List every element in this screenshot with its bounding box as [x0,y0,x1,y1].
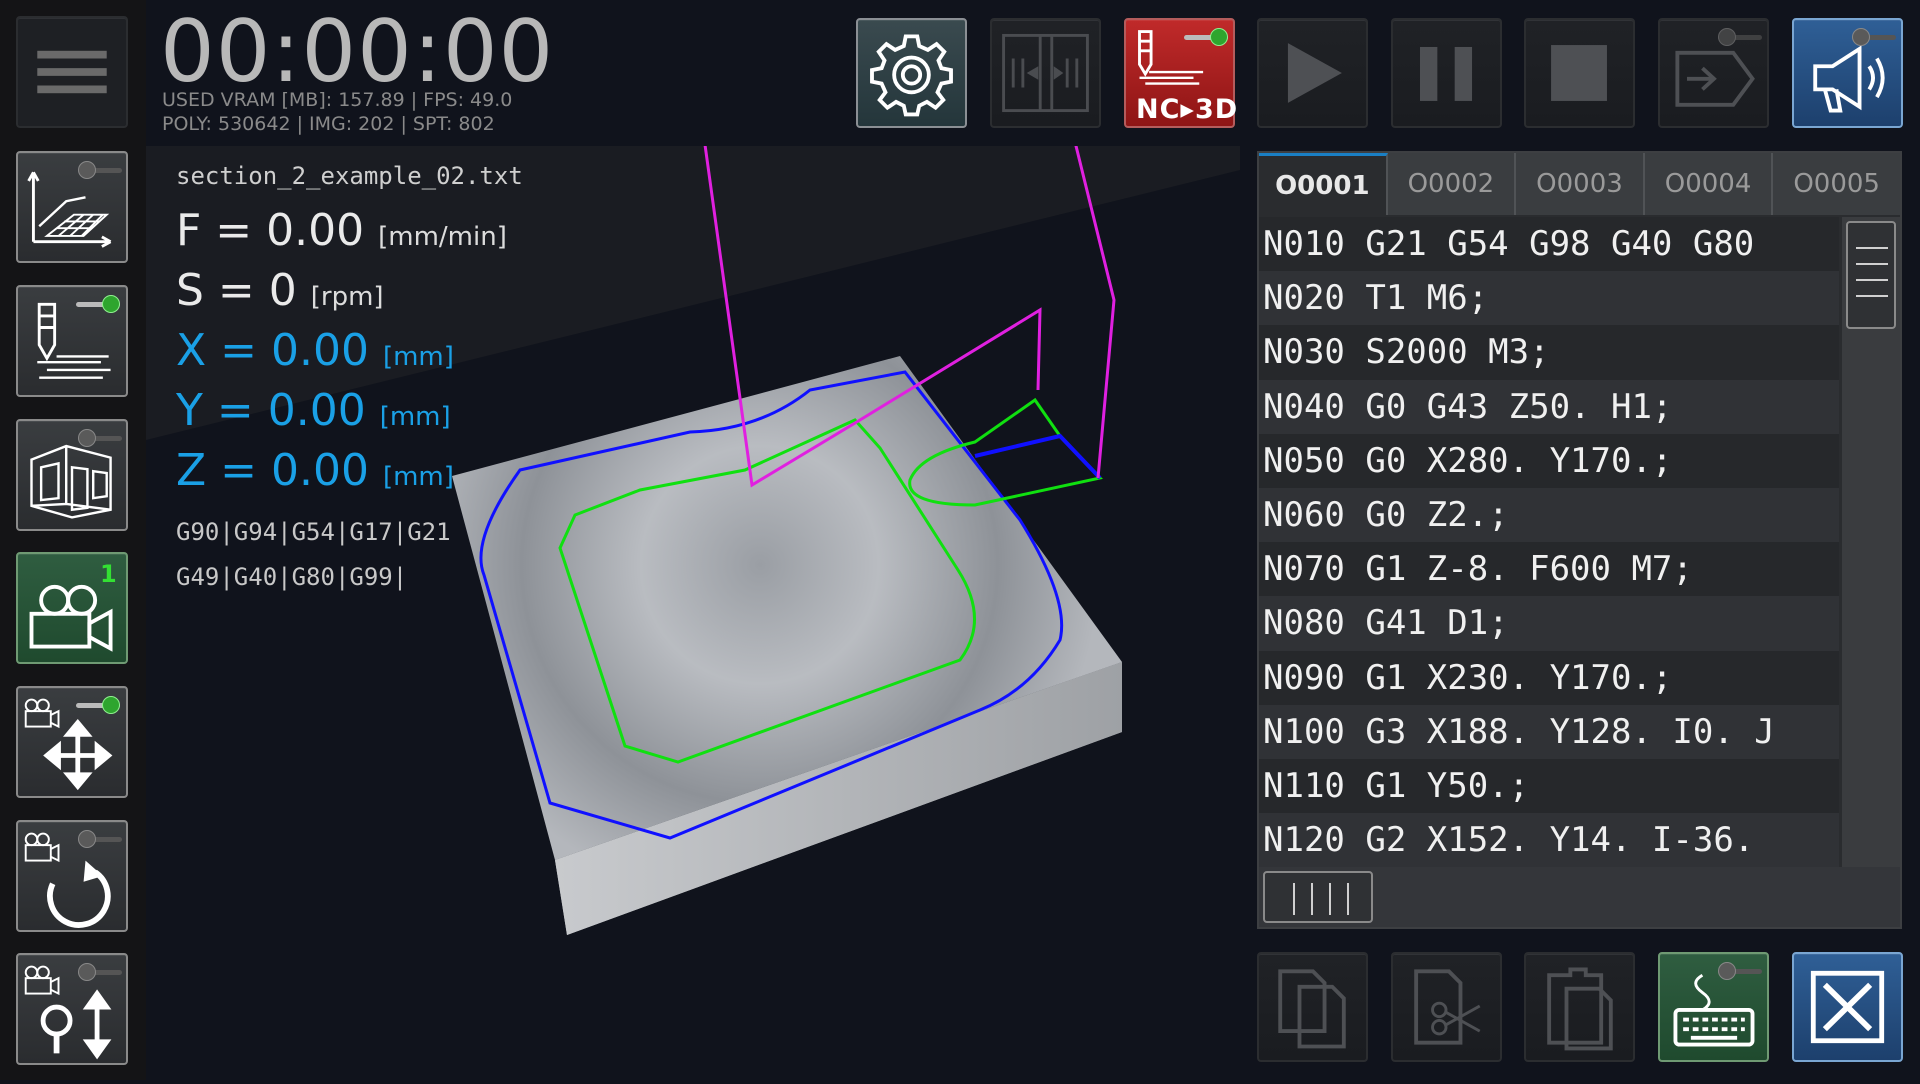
program-editor: O0001 O0002 O0003 O0004 O0005 N010 G21 G… [1257,151,1902,929]
keyboard-button[interactable] [1658,952,1769,1062]
code-area[interactable]: N010 G21 G54 G98 G40 G80 N020 T1 M6; N03… [1259,217,1839,867]
tool-view-button[interactable] [16,285,128,397]
stop-button[interactable] [1524,18,1635,128]
machine-view-button[interactable] [16,419,128,531]
sound-button[interactable] [1792,18,1903,128]
code-line[interactable]: N060 G0 Z2.; [1259,487,1839,543]
tab-o0002[interactable]: O0002 [1387,153,1517,215]
code-line[interactable]: N020 T1 M6; [1259,271,1839,326]
scissors-icon [1414,969,1481,1045]
camera-rotate-toggle[interactable] [78,830,122,848]
x-axis-value: X = 0.00 [176,325,369,376]
hamburger-icon [37,50,107,94]
nc-3d-toggle[interactable] [1184,28,1228,46]
work-coordinate-grid-button[interactable] [16,151,128,263]
code-line[interactable]: N100 G3 X188. Y128. I0. J [1259,704,1839,759]
feedrate-unit: [mm/min] [378,222,507,252]
modal-codes-line-2: G49|G40|G80|G99| [176,563,408,591]
z-axis-unit: [mm] [382,462,454,492]
keyboard-toggle[interactable] [1718,962,1762,980]
grid-toggle[interactable] [78,161,122,179]
render-stats-line-1: USED VRAM [MB]: 157.89 | FPS: 49.0 [162,89,513,111]
step-mode-button[interactable] [1658,18,1769,128]
camera-preset-button[interactable]: 1 [16,552,128,664]
z-axis-readout: Z = 0.00 [mm] [176,445,454,503]
camera-zoom-button[interactable] [16,953,128,1065]
close-icon [1810,970,1885,1044]
nc-3d-button[interactable]: NC▸3D [1124,18,1239,128]
tab-o0001[interactable]: O0001 [1259,153,1388,215]
code-line[interactable]: N010 G21 G54 G98 G40 G80 [1259,217,1839,272]
tab-o0004[interactable]: O0004 [1644,153,1774,215]
code-line[interactable]: N110 G1 Y50.; [1259,758,1839,814]
camera-pan-button[interactable] [16,686,128,798]
pause-button[interactable] [1391,18,1502,128]
vertical-scroll-handle[interactable] [1846,221,1896,329]
camera-zoom-toggle[interactable] [78,963,122,981]
run-timer: 00:00:00 [160,2,555,102]
copy-icon [1278,969,1346,1049]
menu-button[interactable] [16,16,128,128]
cut-button[interactable] [1391,952,1502,1062]
modal-codes-line-1: G90|G94|G54|G17|G21 [176,518,451,546]
program-tabs: O0001 O0002 O0003 O0004 O0005 [1259,153,1900,215]
play-button[interactable] [1257,18,1368,128]
paste-button[interactable] [1524,952,1635,1062]
sound-toggle[interactable] [1852,28,1896,46]
camera-rotate-button[interactable] [16,820,128,932]
camera-preset-badge: 1 [100,560,117,588]
feedrate-readout: F = 0.00 [mm/min] [176,205,507,263]
copy-button[interactable] [1257,952,1368,1062]
render-stats-line-2: POLY: 530642 | IMG: 202 | SPT: 802 [162,113,495,135]
horizontal-scrollbar[interactable] [1259,867,1900,927]
program-file-name: section_2_example_02.txt [176,162,523,190]
code-line[interactable]: N030 S2000 M3; [1259,325,1839,380]
y-axis-value: Y = 0.00 [176,385,366,436]
y-axis-unit: [mm] [379,402,451,432]
pause-icon [1420,46,1473,101]
code-line[interactable]: N080 G41 D1; [1259,596,1839,651]
stop-icon [1551,45,1607,101]
y-axis-readout: Y = 0.00 [mm] [176,385,451,443]
x-axis-readout: X = 0.00 [mm] [176,325,454,383]
split-view-button[interactable] [990,18,1101,128]
play-icon [1287,43,1342,103]
settings-button[interactable] [856,18,967,128]
feedrate-value: F = 0.00 [176,205,365,256]
paste-icon [1547,967,1613,1051]
machine-toggle[interactable] [78,429,122,447]
x-axis-unit: [mm] [382,342,454,372]
spindle-unit: [rpm] [310,282,384,312]
close-editor-button[interactable] [1792,952,1903,1062]
code-line[interactable]: N070 G1 Z-8. F600 M7; [1259,542,1839,597]
vertical-scrollbar[interactable] [1842,217,1900,867]
nc-3d-label: NC▸3D [1136,94,1239,125]
split-view-icon [1002,33,1089,113]
step-mode-toggle[interactable] [1718,28,1762,46]
spindle-readout: S = 0 [rpm] [176,265,384,323]
z-axis-value: Z = 0.00 [176,445,369,496]
horizontal-scroll-handle[interactable] [1263,871,1373,923]
camera-pan-toggle[interactable] [76,696,120,714]
code-line[interactable]: N050 G0 X280. Y170.; [1259,433,1839,488]
tab-o0005[interactable]: O0005 [1773,153,1900,215]
tab-o0003[interactable]: O0003 [1516,153,1645,215]
lead-in-contour [974,433,1102,480]
code-line[interactable]: N120 G2 X152. Y14. I-36. [1259,813,1839,867]
spindle-value: S = 0 [176,265,297,316]
code-line[interactable]: N040 G0 G43 Z50. H1; [1259,379,1839,434]
gear-icon [870,34,953,117]
code-line[interactable]: N090 G1 X230. Y170.; [1259,650,1839,705]
tool-toggle[interactable] [76,295,120,313]
